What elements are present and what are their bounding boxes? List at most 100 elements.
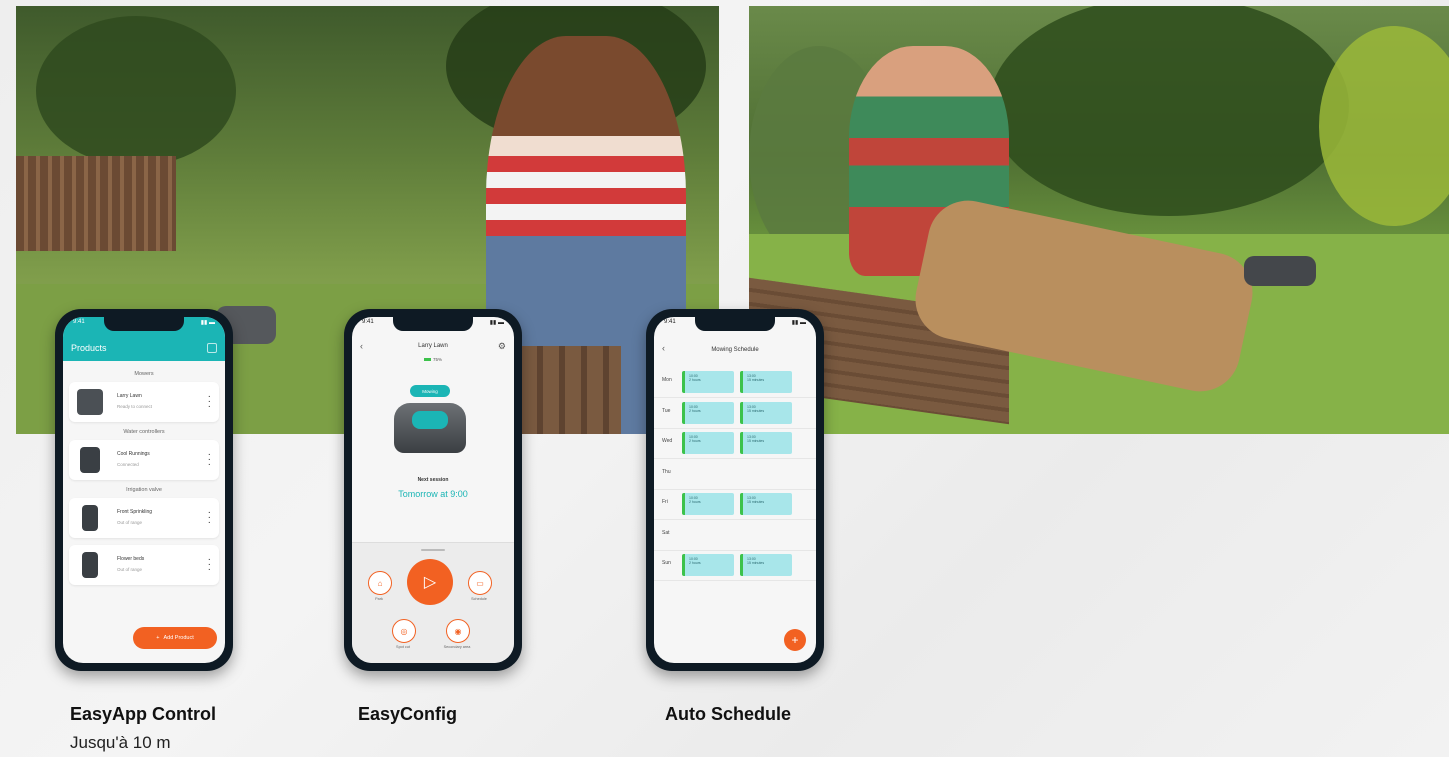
schedule-button[interactable]: ▭ — [468, 571, 492, 595]
phone-schedule: 9:41 ▮▮ ▬ ‹ Mowing Schedule Mon 10:00 2 hou… — [646, 309, 824, 671]
screen-title: Mowing Schedule — [711, 347, 759, 353]
list-item[interactable]: Flower beds Out of range · · · — [69, 545, 219, 585]
home-icon: ⌂ — [377, 578, 383, 588]
spot-icon: ◎ — [400, 626, 408, 636]
next-session-label: Next session — [417, 477, 449, 483]
add-schedule-button[interactable]: + — [784, 629, 806, 651]
schedule-row: Thu — [654, 459, 816, 490]
device-status: Connected — [117, 462, 139, 467]
garden-photo-man — [749, 6, 1449, 434]
section-label: Mowers — [134, 371, 154, 377]
slot-duration: 2 hours — [689, 561, 701, 565]
schedule-slot[interactable]: 13:00 15 minutes — [740, 401, 792, 424]
fence-post — [521, 346, 621, 434]
status-time: 9:41 — [362, 319, 374, 325]
slot-duration: 15 minutes — [747, 500, 765, 504]
slot-duration: 2 hours — [689, 378, 701, 382]
schedule-slot[interactable]: 10:00 2 hours — [682, 493, 734, 515]
phone-notch — [393, 317, 473, 331]
play-icon: ▷ — [423, 574, 437, 591]
plus-icon: + — [791, 633, 799, 647]
mower-name: Larry Lawn — [418, 343, 448, 349]
next-session-value: Tomorrow at 9:00 — [398, 489, 468, 499]
product-list: Mowers Larry Lawn Ready to connect · · · W… — [69, 365, 219, 663]
more-options-icon[interactable]: · · · — [208, 392, 211, 412]
slot-duration: 15 minutes — [747, 561, 765, 565]
schedule-row: Tue 10:00 2 hours 13:00 15 minutes — [654, 398, 816, 429]
schedule-slot[interactable]: 13:00 15 minutes — [740, 432, 792, 454]
slot-duration: 2 hours — [689, 408, 701, 413]
day-label: Fri — [662, 499, 668, 505]
signal-icon: ▮▮ ▬ — [200, 320, 215, 326]
caption-title: EasyConfig — [358, 704, 458, 724]
slot-duration: 15 minutes — [747, 408, 765, 413]
valve-icon — [82, 505, 98, 531]
battery-text: 75% — [432, 357, 442, 362]
day-label: Thu — [662, 468, 671, 475]
control-panel: ⌂ Park ▷ ▭ Schedule ◎ Spot cut ◉ Seconda… — [352, 542, 514, 663]
schedule-slot[interactable]: 10:00 2 hours — [682, 401, 734, 424]
schedule-slot[interactable]: 10:00 2 hours — [682, 432, 734, 454]
schedule-row: Sun 10:00 2 hours 13:00 15 minutes — [654, 550, 816, 581]
more-options-icon[interactable]: · · · — [208, 555, 211, 575]
menu-icon[interactable] — [207, 343, 217, 353]
spot-cut-button[interactable]: ◎ — [392, 619, 416, 643]
add-product-label: Add Product — [163, 635, 194, 641]
area-icon: ◉ — [454, 626, 462, 636]
device-status: Ready to connect — [117, 404, 153, 409]
schedule-row: Fri 10:00 2 hours 13:00 15 minutes — [654, 489, 816, 520]
phone-products: 9:41 ▮▮ ▬ Products Mowers Larry Lawn Read… — [55, 309, 233, 671]
battery-level: 75% — [352, 357, 514, 362]
schedule-row: Wed 10:00 2 hours 13:00 15 minutes — [654, 428, 816, 459]
park-label: Park — [375, 597, 383, 601]
secondary-area-label: Secondary area — [443, 645, 471, 649]
plus-icon: + — [156, 635, 160, 641]
day-label: Wed — [662, 438, 673, 444]
status-time: 9:41 — [73, 319, 85, 325]
slot-duration: 2 hours — [689, 500, 701, 504]
more-options-icon[interactable]: · · · — [208, 508, 211, 528]
status-time: 9:41 — [664, 319, 676, 325]
phone-notch — [104, 317, 184, 331]
device-status: Out of range — [117, 520, 143, 525]
device-name: Flower beds — [117, 556, 145, 562]
phone-screen: 9:41 ▮▮ ▬ Products Mowers Larry Lawn Read… — [63, 317, 225, 663]
slot-duration: 15 minutes — [747, 378, 765, 382]
slot-duration: 2 hours — [689, 439, 701, 443]
bush — [36, 16, 236, 166]
day-label: Mon — [662, 377, 672, 383]
caption-subtitle: Jusqu'à 10 m — [70, 733, 171, 752]
secondary-area-button[interactable]: ◉ — [446, 619, 470, 643]
phone-screen: 9:41 ▮▮ ▬ ‹ Mowing Schedule Mon 10:00 2 hou… — [654, 317, 816, 663]
schedule-label: Schedule — [471, 597, 487, 601]
add-product-button[interactable]: + Add Product — [133, 627, 217, 649]
list-item[interactable]: Larry Lawn Ready to connect · · · — [69, 382, 219, 422]
calendar-icon: ▭ — [476, 578, 484, 588]
more-options-icon[interactable]: · · · — [208, 450, 211, 470]
wooden-fence — [16, 156, 176, 251]
park-button[interactable]: ⌂ — [368, 571, 392, 595]
hedge — [989, 6, 1349, 216]
drag-handle[interactable] — [421, 549, 445, 551]
schedule-slot[interactable]: 13:00 15 minutes — [740, 371, 792, 393]
start-button[interactable]: ▷ — [407, 559, 453, 605]
device-name: Cool Runnings — [117, 451, 150, 457]
list-item[interactable]: Front Sprinkling Out of range · · · — [69, 498, 219, 538]
section-label: Water controllers — [123, 429, 165, 435]
day-label: Sat — [662, 529, 670, 536]
schedule-row: Sat — [654, 520, 816, 551]
phone-notch — [695, 317, 775, 331]
schedule-slot[interactable]: 13:00 15 minutes — [740, 493, 792, 515]
schedule-slot[interactable]: 10:00 2 hours — [682, 554, 734, 576]
schedule-slot[interactable]: 13:00 15 minutes — [740, 554, 792, 576]
list-item[interactable]: Cool Runnings Connected · · · — [69, 440, 219, 480]
water-controller-icon — [80, 447, 100, 473]
spot-cut-label: Spot cut — [396, 645, 410, 649]
schedule-slot[interactable]: 10:00 2 hours — [682, 371, 734, 393]
device-name: Larry Lawn — [117, 393, 142, 399]
caption-title: EasyApp Control — [70, 704, 217, 724]
device-status: Out of range — [117, 567, 143, 572]
day-label: Tue — [662, 407, 671, 414]
phone-screen: 9:41 ▮▮ ▬ ‹ ⚙ Larry Lawn 75% Mowing Next … — [352, 317, 514, 663]
signal-icon: ▮▮ ▬ — [489, 320, 504, 326]
